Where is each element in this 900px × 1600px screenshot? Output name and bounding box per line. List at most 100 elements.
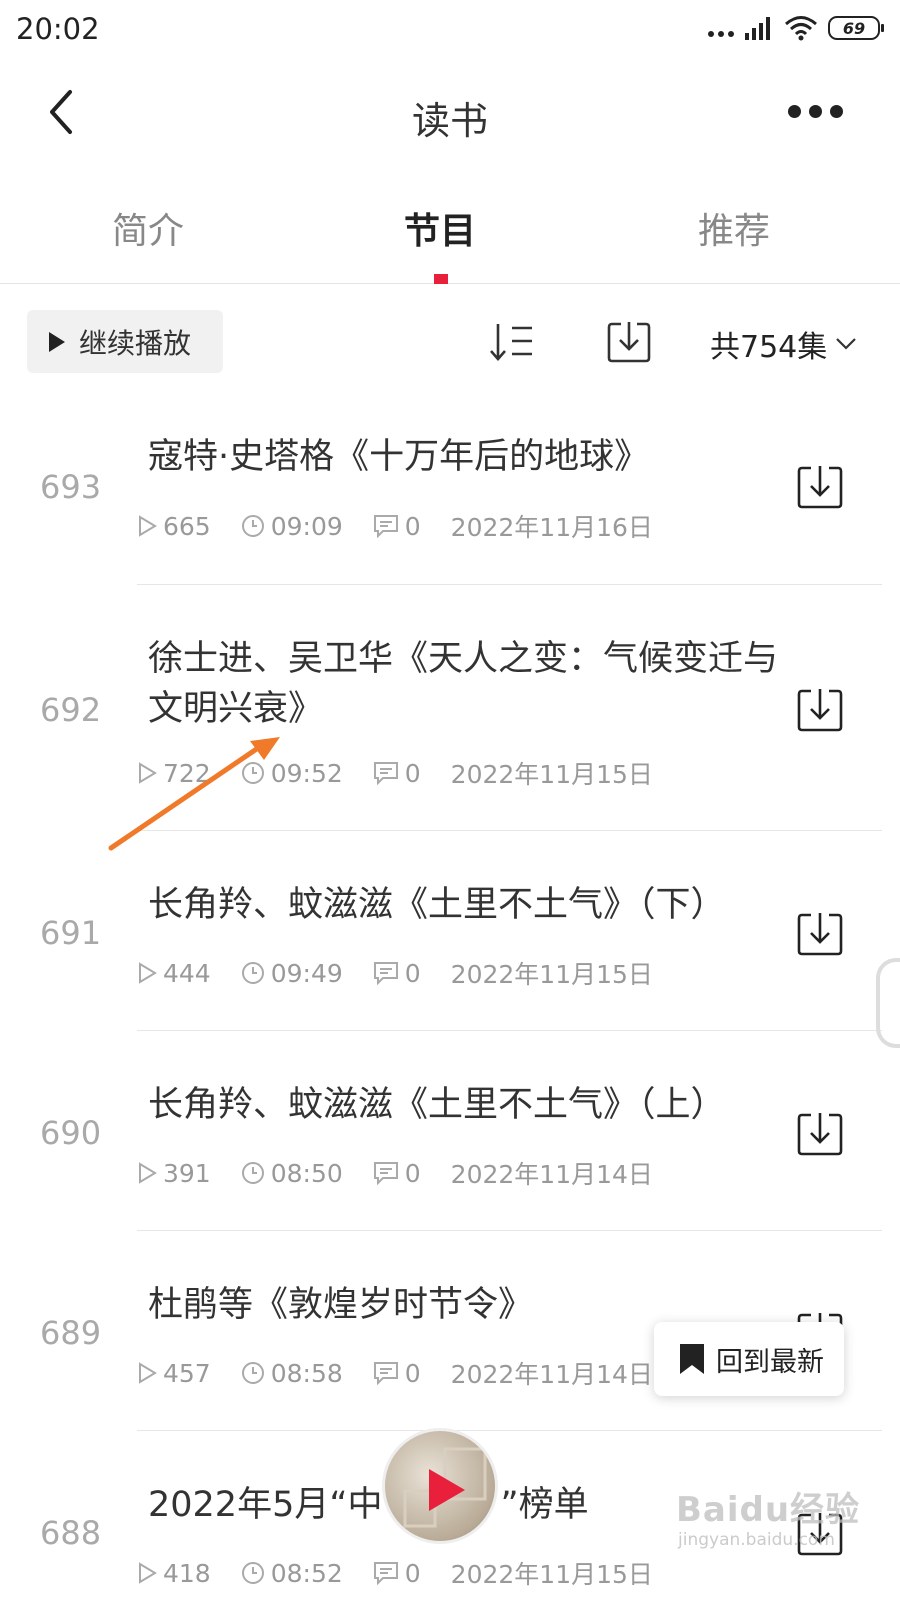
episode-title[interactable]: 徐士进、吴卫华《天人之变：气候变迁与文明兴衰》 xyxy=(148,634,798,734)
wifi-icon xyxy=(785,16,817,41)
more-button[interactable] xyxy=(788,96,848,126)
episode-number: 693 xyxy=(40,468,102,506)
publish-date: 2022年11月14日 xyxy=(450,1360,653,1389)
episode-download-button[interactable] xyxy=(796,1111,844,1157)
duration: 08:50 xyxy=(241,1159,343,1188)
tab-intro[interactable]: 简介 xyxy=(112,202,184,254)
header: 读书 xyxy=(0,70,900,160)
comment-icon xyxy=(373,762,398,785)
page-title: 读书 xyxy=(411,99,488,143)
episode-download-button[interactable] xyxy=(796,464,844,510)
clock-icon xyxy=(241,515,264,537)
publish-date: 2022年11月14日 xyxy=(450,1160,653,1189)
episode-number: 688 xyxy=(40,1514,102,1552)
episode-title[interactable]: 长角羚、蚊滋滋《土里不土气》（上） xyxy=(148,1080,798,1130)
watermark-url: jingyan.baidu.com xyxy=(678,1530,835,1550)
duration: 09:52 xyxy=(241,759,343,788)
duration: 09:09 xyxy=(241,512,343,541)
scroll-handle[interactable] xyxy=(876,958,900,1048)
comment-count: 0 xyxy=(373,512,421,541)
back-to-latest-button[interactable]: 回到最新 xyxy=(654,1322,844,1396)
plays-icon xyxy=(139,1562,157,1584)
watermark: Baidu经验 xyxy=(676,1490,861,1530)
back-to-latest-label: 回到最新 xyxy=(716,1346,824,1378)
download-icon xyxy=(797,1113,843,1156)
episode-title[interactable]: 长角羚、蚊滋滋《土里不土气》（下） xyxy=(148,880,798,930)
episode-title-text: 2022年5月“中 xyxy=(148,1485,383,1525)
episode-meta: 665 09:09 0 2022年11月16日 xyxy=(137,508,653,544)
signal-dots-icon xyxy=(708,15,734,41)
comment-count: 0 xyxy=(373,1159,421,1188)
comment-icon xyxy=(373,515,398,538)
play-count: 665 xyxy=(137,512,211,541)
divider xyxy=(137,1030,882,1031)
download-icon xyxy=(797,466,843,509)
episode-meta: 457 08:58 0 2022年11月14日 xyxy=(137,1355,653,1391)
divider xyxy=(137,1230,882,1231)
episode-count-label: 共754集 xyxy=(710,330,828,365)
plays-icon xyxy=(139,962,157,984)
episode-meta: 444 09:49 0 2022年11月15日 xyxy=(137,955,653,991)
episode-number: 692 xyxy=(40,691,102,729)
episode-title[interactable]: 寇特·史塔格《十万年后的地球》 xyxy=(148,432,798,482)
clock-icon xyxy=(241,1562,264,1584)
download-icon xyxy=(797,689,843,732)
sort-order-icon xyxy=(490,324,532,361)
active-tab-indicator xyxy=(434,274,448,284)
play-count: 418 xyxy=(137,1559,211,1588)
duration: 08:58 xyxy=(241,1359,343,1388)
episode-count-dropdown[interactable]: 共754集 xyxy=(710,322,857,366)
plays-icon xyxy=(139,762,157,784)
clock-icon xyxy=(241,1362,264,1384)
plays-icon xyxy=(139,515,157,537)
plays-icon xyxy=(139,1162,157,1184)
publish-date: 2022年11月16日 xyxy=(450,513,653,542)
chevron-down-icon xyxy=(836,338,857,350)
continue-play-button[interactable]: 继续播放 xyxy=(27,310,223,373)
episode-title-end: ”榜单 xyxy=(500,1485,589,1525)
episode-meta: 391 08:50 0 2022年11月14日 xyxy=(137,1155,653,1191)
play-count: 391 xyxy=(137,1159,211,1188)
publish-date: 2022年11月15日 xyxy=(450,760,653,789)
mini-player-disc[interactable] xyxy=(382,1428,498,1544)
episode-title-text: 寇特·史塔格《十万年后的地球》 xyxy=(148,437,650,477)
status-time: 20:02 xyxy=(16,12,100,46)
divider xyxy=(137,830,882,831)
download-all-button[interactable] xyxy=(606,318,652,364)
publish-date: 2022年11月15日 xyxy=(450,1560,653,1589)
publish-date: 2022年11月15日 xyxy=(450,960,653,989)
tab-recommend[interactable]: 推荐 xyxy=(698,202,770,254)
episode-meta: 418 08:52 0 2022年11月15日 xyxy=(137,1555,653,1591)
clock-icon xyxy=(241,1162,264,1184)
episode-download-button[interactable] xyxy=(796,687,844,733)
comment-icon xyxy=(373,1162,398,1185)
plays-icon xyxy=(139,1362,157,1384)
status-bar: 20:02 69 xyxy=(0,0,900,60)
comment-count: 0 xyxy=(373,1359,421,1388)
divider xyxy=(137,584,882,585)
divider xyxy=(137,1430,882,1431)
battery-icon: 69 xyxy=(828,16,884,40)
episode-title-text: 杜鹃等《敦煌岁时节令》 xyxy=(148,1285,534,1325)
continue-play-label: 继续播放 xyxy=(79,326,192,360)
bookmark-icon xyxy=(680,1344,704,1374)
duration: 09:49 xyxy=(241,959,343,988)
clock-icon xyxy=(241,962,264,984)
sort-button[interactable] xyxy=(488,320,536,364)
tab-bar: 简介 节目 推荐 xyxy=(0,180,900,284)
status-icons: 69 xyxy=(708,14,884,42)
download-icon xyxy=(797,913,843,956)
comment-count: 0 xyxy=(373,759,421,788)
episode-download-button[interactable] xyxy=(796,911,844,957)
episode-number: 691 xyxy=(40,914,102,952)
comment-icon xyxy=(373,1362,398,1385)
comment-icon xyxy=(373,962,398,985)
play-icon xyxy=(49,331,65,352)
comment-icon xyxy=(373,1562,398,1585)
play-count: 457 xyxy=(137,1359,211,1388)
tab-episodes[interactable]: 节目 xyxy=(404,202,476,254)
cellular-signal-icon xyxy=(745,17,770,40)
episode-title-text: 长角羚、蚊滋滋《土里不土气》（下） xyxy=(148,885,726,925)
comment-count: 0 xyxy=(373,959,421,988)
episode-meta: 722 09:52 0 2022年11月15日 xyxy=(137,755,653,791)
